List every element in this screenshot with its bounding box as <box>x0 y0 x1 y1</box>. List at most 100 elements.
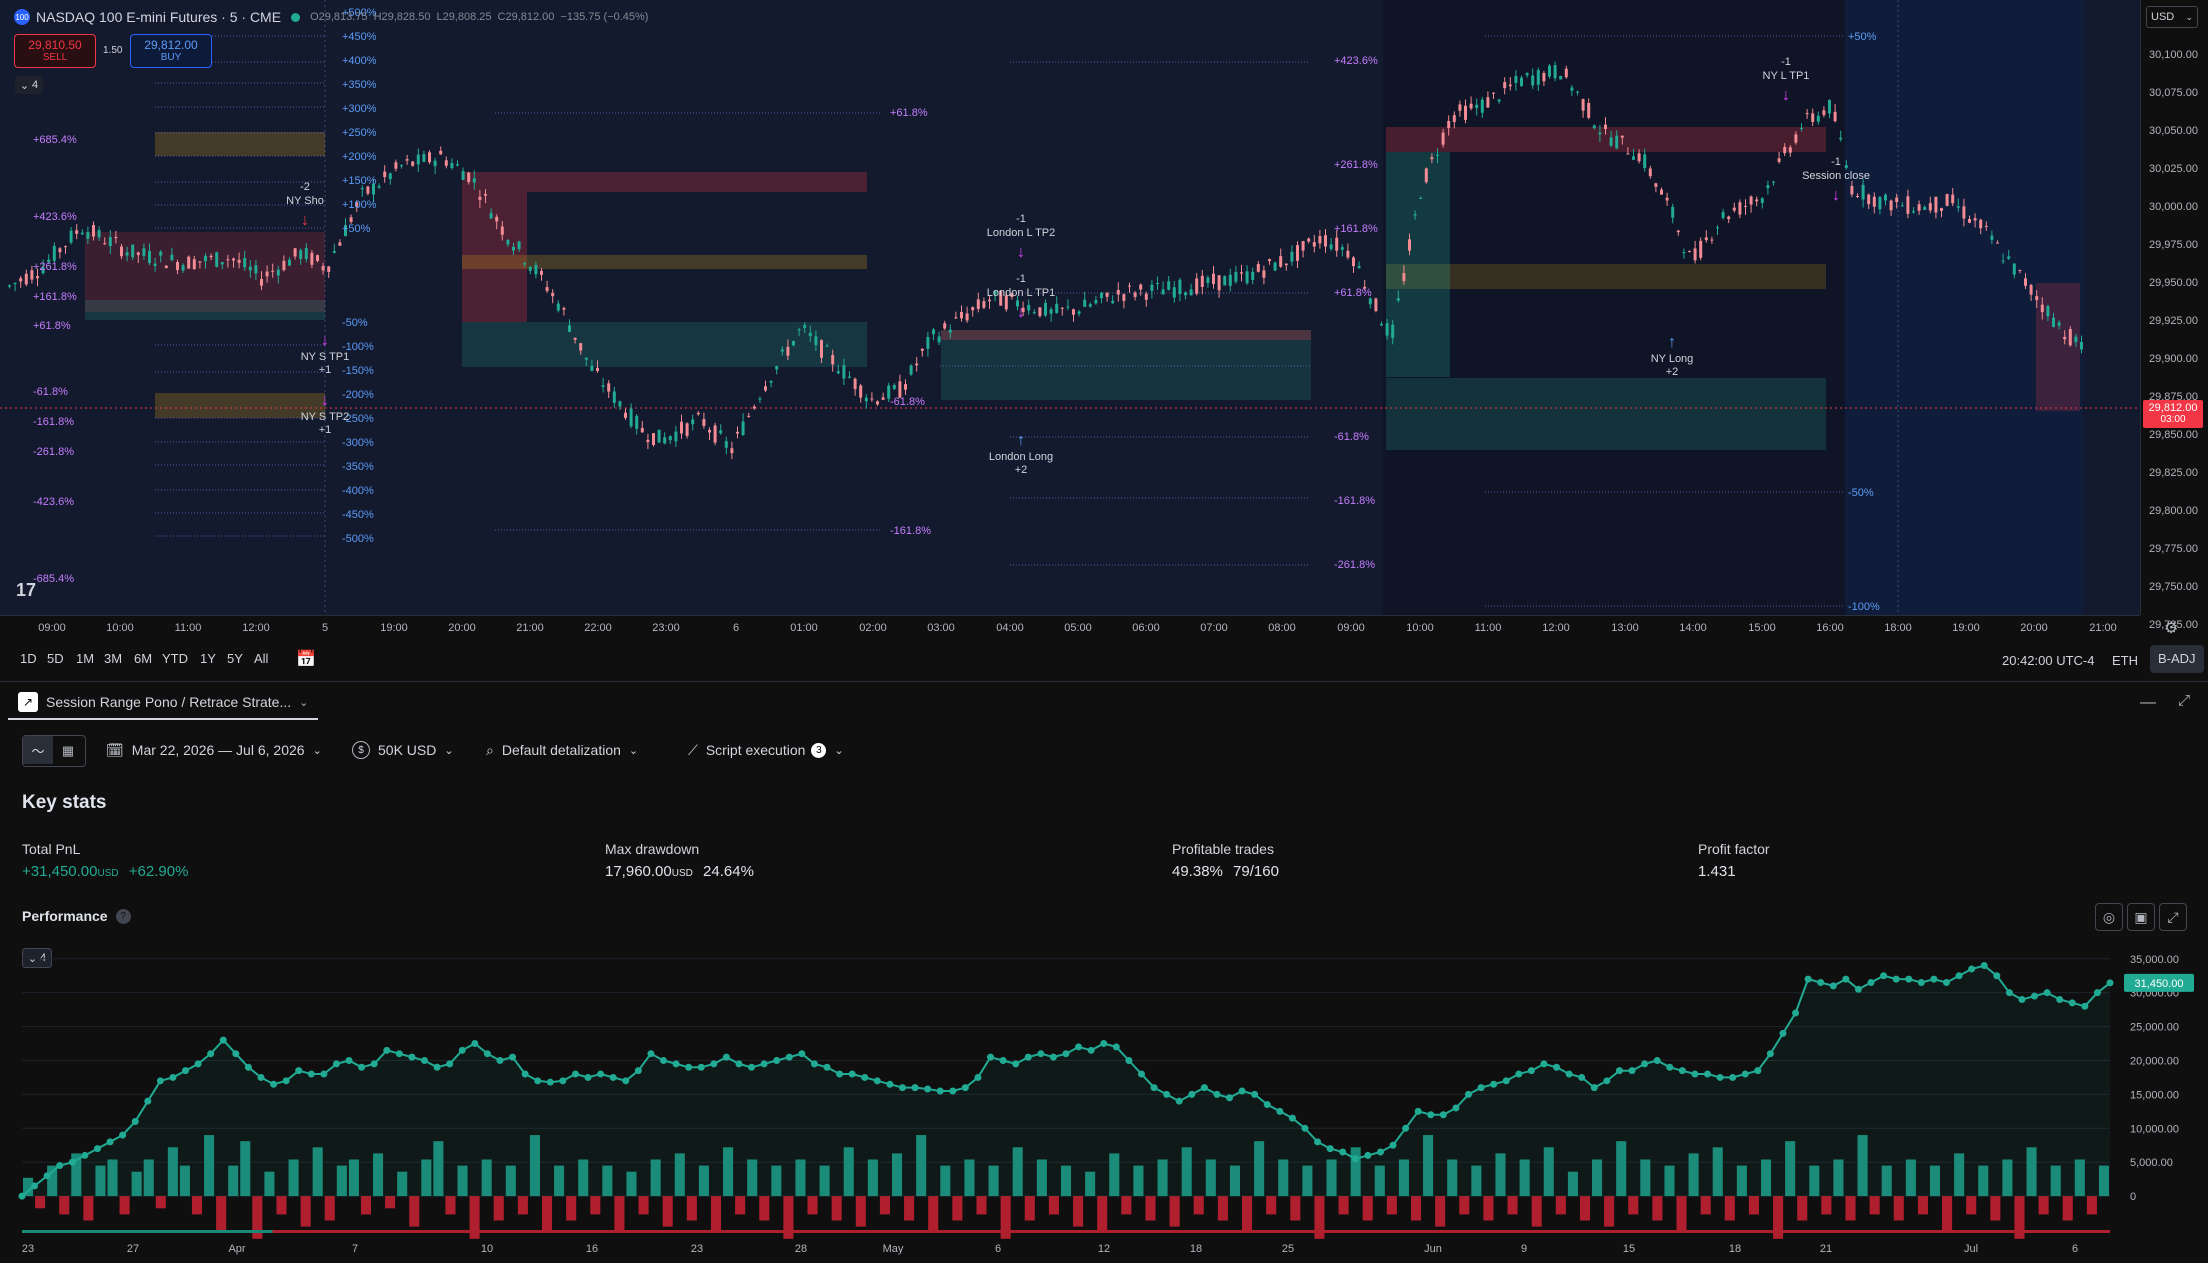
equity-point <box>1955 972 1963 980</box>
fib-label: +61.8% <box>33 320 71 332</box>
help-icon[interactable]: ? <box>115 908 131 924</box>
detalization-select[interactable]: ⌕ Default detalization ⌄ <box>486 736 638 764</box>
timeframe-6m[interactable]: 6M <box>134 651 152 666</box>
equity-area <box>22 965 2110 1197</box>
candlestick-chart[interactable]: +685.4% +423.6% +261.8% +161.8% +61.8% -61.8%… <box>0 0 2140 615</box>
candle-body <box>657 429 661 443</box>
candle-body <box>691 419 695 425</box>
candle-body <box>2063 336 2067 340</box>
candle-body <box>472 178 476 183</box>
profitable-trades-label: Profitable trades <box>1172 841 1274 857</box>
trade-pnl-bar <box>1145 1196 1156 1221</box>
date-range-select[interactable]: 🗓 Mar 22, 2026 — Jul 6, 2026 ⌄ <box>106 736 322 764</box>
settings-icon[interactable]: ◎ <box>2095 903 2123 931</box>
currency-select[interactable]: USD ⌄ <box>2146 6 2198 28</box>
equity-point <box>1502 1077 1510 1085</box>
timeframe-1d[interactable]: 1D <box>20 651 37 666</box>
session-toggle[interactable]: ETH <box>2112 653 2138 668</box>
equity-point <box>1414 1107 1422 1115</box>
equity-point <box>609 1073 617 1081</box>
time-tick: 19:00 <box>1952 622 1980 634</box>
calendar-goto-icon[interactable]: 📅 <box>296 649 316 669</box>
indicators-collapse-button[interactable]: ⌄ 4 <box>15 76 43 94</box>
adjustment-toggle[interactable]: B-ADJ <box>2150 645 2204 673</box>
timeframe-all[interactable]: All <box>254 651 268 666</box>
equity-point <box>1062 1050 1070 1058</box>
equity-point <box>1452 1104 1460 1112</box>
timeframe-1y[interactable]: 1Y <box>200 651 216 666</box>
symbol-title[interactable]: NASDAQ 100 E-mini Futures · 5 · CME <box>36 9 281 25</box>
price-axis[interactable]: USD ⌄ 30,100.00 30,075.00 30,050.00 30,025.0… <box>2140 0 2208 745</box>
candle-body <box>1464 105 1467 120</box>
symbol-header[interactable]: 100 NASDAQ 100 E-mini Futures · 5 · CME … <box>14 9 648 25</box>
time-axis[interactable]: 09:00 10:00 11:00 12:00 5 19:00 20:00 21:00 22:0… <box>0 615 2178 640</box>
candle-body <box>1038 307 1042 317</box>
minimize-panel-icon[interactable]: — <box>2140 694 2156 712</box>
price-tick: 30,000.00 <box>2149 201 2198 213</box>
candle-body <box>1721 212 1725 218</box>
timeframe-1m[interactable]: 1M <box>76 651 94 666</box>
performance-chart[interactable]: 35,000.0030,000.0025,000.0020,000.0015,0… <box>0 940 2208 1263</box>
equity-point <box>886 1080 894 1088</box>
script-execution-select[interactable]: ⟋ Script execution 3 ⌄ <box>688 736 844 764</box>
table-view-icon[interactable]: ▦ <box>53 736 83 766</box>
timeframe-5d[interactable]: 5D <box>47 651 64 666</box>
equity-point <box>974 1073 982 1081</box>
session-range-box <box>1386 152 1450 377</box>
time-tick: 09:00 <box>38 622 66 634</box>
fib-label: -161.8% <box>1334 495 1375 507</box>
candle-body <box>719 430 723 434</box>
strategy-tab[interactable]: ↗ Session Range Pono / Retrace Strate...… <box>8 686 319 720</box>
candle-body <box>1828 100 1831 114</box>
equity-point <box>685 1063 693 1071</box>
candle-body <box>971 307 975 311</box>
timeframe-ytd[interactable]: YTD <box>162 651 188 666</box>
chart-view-icon[interactable]: 〜 <box>23 736 53 764</box>
price-chart-pane[interactable]: +685.4% +423.6% +261.8% +161.8% +61.8% -61.8%… <box>0 0 2140 615</box>
trade-arrow-icon: ↓ <box>301 212 309 229</box>
candle-body <box>1833 111 1837 122</box>
equity-point <box>999 1056 1007 1064</box>
candle-body <box>1542 72 1546 82</box>
equity-point <box>383 1046 391 1054</box>
candle-body <box>288 259 291 266</box>
candle-body <box>332 251 336 253</box>
candle-body <box>467 172 471 183</box>
time-tick: 21:00 <box>2089 622 2117 634</box>
candle-body <box>775 366 779 370</box>
pct-level-label: -500% <box>342 533 374 545</box>
candle-body <box>1744 205 1747 207</box>
fullscreen-icon[interactable]: ⤢ <box>2159 903 2187 931</box>
camera-icon[interactable]: ▣ <box>2127 903 2155 931</box>
candle-body <box>1072 309 1075 315</box>
candle-body <box>148 250 151 264</box>
y-tick-label: 0 <box>2130 1191 2136 1203</box>
equity-point <box>471 1040 479 1048</box>
trade-pnl-bar <box>566 1196 577 1221</box>
time-tick: 08:00 <box>1268 622 1296 634</box>
trade-pnl-bar <box>1410 1196 1422 1221</box>
candle-body <box>864 397 868 402</box>
candle-body <box>2001 260 2005 262</box>
clock-time[interactable]: 20:42:00 UTC-4 <box>2002 653 2095 668</box>
equity-point <box>257 1073 265 1081</box>
timeframe-5y[interactable]: 5Y <box>227 651 243 666</box>
settings-icon[interactable]: ⚙ <box>2164 618 2178 638</box>
candle-body <box>444 160 448 166</box>
capital-select[interactable]: $50K USD ⌄ <box>352 736 454 764</box>
total-pnl-amount: +31,450.00 <box>22 863 98 880</box>
candle-body <box>1150 284 1154 291</box>
candle-body <box>696 412 700 415</box>
candle-body <box>1648 168 1652 177</box>
candle-body <box>1514 75 1518 83</box>
equity-point <box>798 1050 806 1058</box>
candle-body <box>797 329 801 331</box>
sell-button[interactable]: 29,810.50 SELL <box>14 34 96 68</box>
buy-button[interactable]: 29,812.00 BUY <box>130 34 212 68</box>
timeframe-3m[interactable]: 3M <box>104 651 122 666</box>
trade-pnl-bar <box>1555 1196 1566 1215</box>
maximize-panel-icon[interactable]: ⤢ <box>2178 692 2190 709</box>
time-tick: 05:00 <box>1064 622 1092 634</box>
candle-body <box>377 186 381 188</box>
candle-body <box>1212 273 1215 284</box>
